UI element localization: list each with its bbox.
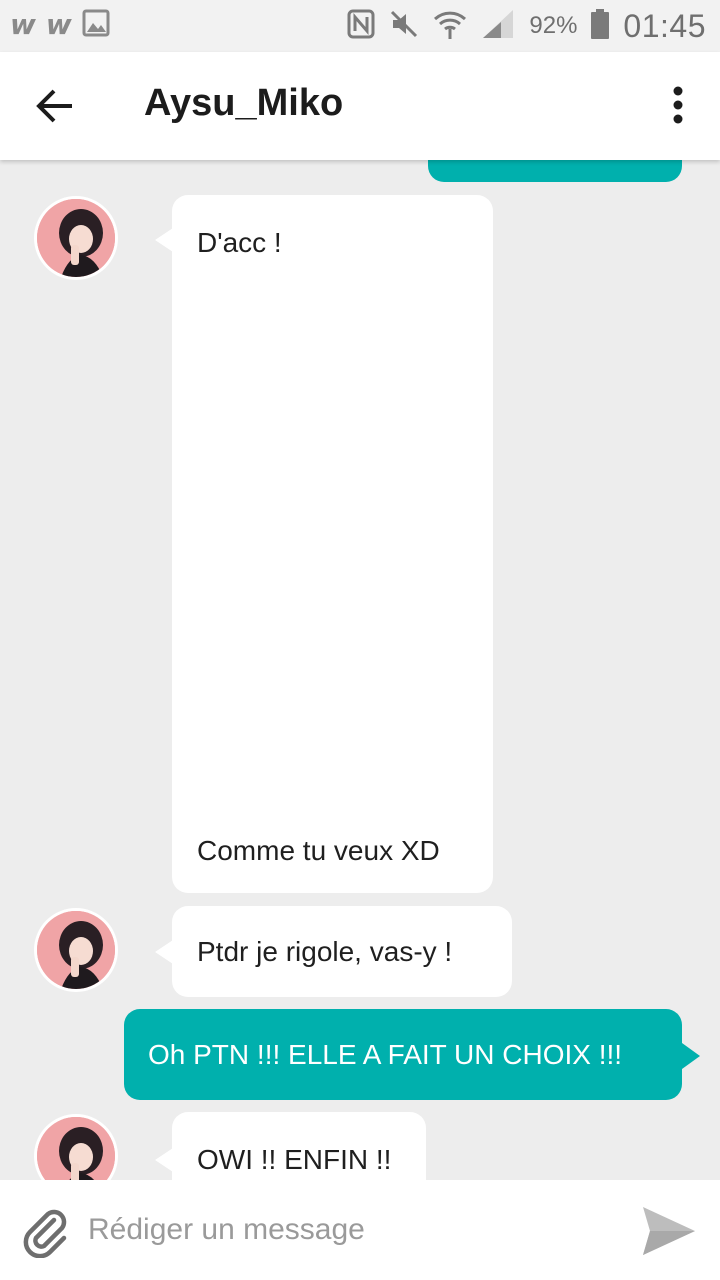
- status-notifications: w w: [10, 8, 110, 42]
- nfc-icon: [347, 9, 375, 44]
- wifi-icon: [433, 7, 467, 46]
- message-bubble-incoming[interactable]: OWI !! ENFIN !!: [172, 1112, 426, 1180]
- message-bubble-incoming[interactable]: D'acc ! Comme tu veux XD: [172, 195, 493, 893]
- status-bar: w w 92% 01:45: [0, 0, 720, 52]
- battery-percent: 92%: [529, 12, 578, 39]
- message-text: OWI !! ENFIN !!: [197, 1144, 392, 1175]
- message-bubble-outgoing[interactable]: Oh PTN !!! ELLE A FAIT UN CHOIX !!!: [124, 1009, 682, 1100]
- avatar[interactable]: [34, 1114, 118, 1180]
- image-notification-icon: [82, 9, 110, 42]
- bubble-tail: [155, 228, 173, 252]
- signal-icon: [481, 8, 515, 45]
- message-text: Oh PTN !!! ELLE A FAIT UN CHOIX !!!: [148, 1039, 623, 1070]
- message-composer: [0, 1180, 720, 1280]
- wattpad-notification-icon: w: [10, 8, 36, 41]
- arrow-left-icon: [36, 89, 72, 123]
- message-text: D'acc !: [197, 227, 282, 258]
- message-list[interactable]: D'acc ! Comme tu veux XD Ptdr je rigole,…: [0, 160, 720, 1180]
- clock: 01:45: [623, 7, 706, 44]
- avatar[interactable]: [34, 908, 118, 992]
- back-button[interactable]: [34, 86, 78, 126]
- bubble-tail: [155, 1148, 173, 1172]
- send-icon: [643, 1207, 695, 1255]
- bubble-tail: [155, 940, 173, 964]
- battery-icon: [591, 8, 610, 44]
- more-options-button[interactable]: [666, 84, 690, 128]
- message-text: Comme tu veux XD: [197, 835, 440, 866]
- message-bubble-outgoing-partial: [428, 160, 682, 182]
- avatar[interactable]: [34, 196, 118, 280]
- send-button[interactable]: [640, 1204, 698, 1258]
- message-input[interactable]: [88, 1202, 608, 1258]
- status-indicators: 92% 01:45: [347, 6, 706, 46]
- paperclip-icon: [23, 1209, 67, 1259]
- message-bubble-incoming[interactable]: Ptdr je rigole, vas-y !: [172, 906, 512, 997]
- chat-header: Aysu_Miko: [0, 52, 720, 160]
- bubble-tail: [682, 1043, 700, 1069]
- chat-title[interactable]: Aysu_Miko: [144, 82, 343, 125]
- mute-icon: [389, 9, 419, 44]
- attach-button[interactable]: [20, 1206, 72, 1259]
- wattpad-notification-icon: w: [45, 8, 72, 41]
- more-vertical-icon: [673, 86, 683, 124]
- message-text: Ptdr je rigole, vas-y !: [197, 936, 453, 967]
